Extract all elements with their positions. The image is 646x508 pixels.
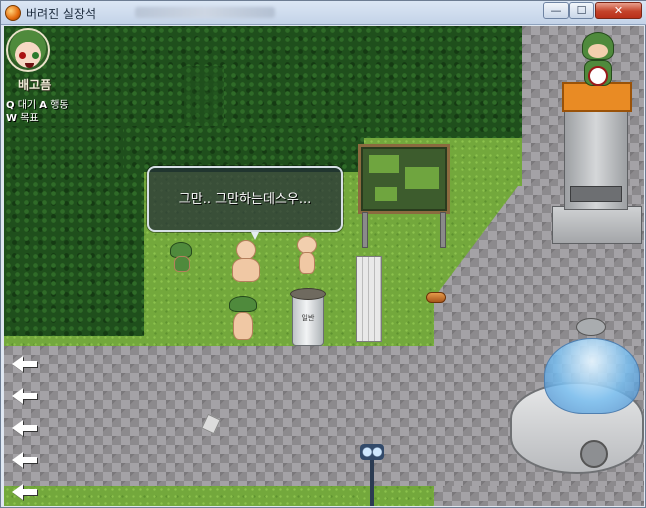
forest-left	[4, 126, 144, 336]
map-area	[375, 187, 397, 201]
trash-can-lid	[290, 288, 326, 300]
arrow-left-icon[interactable]	[12, 354, 38, 374]
portrait-eye-right	[32, 52, 39, 59]
statue-face	[588, 44, 608, 58]
portrait-eye-left	[19, 52, 26, 59]
title-subtitle-blurred	[135, 7, 275, 18]
game-window: 버려진 실장석 — ☐ ✕ 배고픔 Q 대기 A 행동 W 목표 그만.. 그만…	[0, 0, 646, 508]
player-portrait	[6, 28, 50, 72]
npc-naked-creature-center[interactable]	[230, 240, 262, 284]
game-canvas[interactable]: 배고픔 Q 대기 A 행동 W 목표 그만.. 그만하는데스우... 일반	[4, 26, 644, 506]
trash-can-label: 일반	[301, 314, 315, 322]
forest-patch	[184, 66, 224, 126]
hunger-status: 배고픔	[18, 78, 52, 92]
map-area	[369, 155, 399, 173]
control-key-a: A	[39, 100, 48, 111]
npc-green-creature-left[interactable]	[168, 240, 194, 274]
npc-body	[174, 256, 190, 272]
dialog-text: 그만.. 그만하는데스우...	[178, 192, 312, 207]
npc-naked-creature-right[interactable]	[294, 236, 320, 276]
control-label-action: 행동	[50, 100, 69, 111]
app-icon	[5, 5, 21, 21]
sign-post-right	[440, 212, 446, 248]
park-map-signboard[interactable]	[358, 144, 450, 214]
street-lamp-pole	[370, 456, 374, 506]
control-key-w: W	[6, 113, 18, 124]
speech-bubble: 그만.. 그만하는데스우...	[147, 166, 343, 232]
npc-body	[232, 258, 260, 282]
portrait-mouth	[25, 63, 34, 68]
player-character[interactable]	[228, 296, 258, 342]
npc-head	[236, 240, 256, 260]
window-title: 버려진 실장석	[26, 7, 97, 21]
bread-item[interactable]	[426, 292, 446, 303]
grass-bottom	[4, 486, 358, 506]
arrow-left-icon[interactable]	[12, 482, 38, 502]
map-area	[405, 167, 439, 189]
statue-pedestal-base	[552, 206, 642, 244]
close-button[interactable]: ✕	[595, 2, 642, 19]
speech-bubble-tail	[251, 232, 259, 240]
title-bar[interactable]: 버려진 실장석 — ☐ ✕	[1, 1, 646, 25]
park-bench[interactable]	[356, 256, 382, 342]
player-body	[233, 312, 253, 340]
fountain-top-statue	[576, 318, 606, 336]
npc-body	[299, 252, 315, 274]
arrow-left-icon[interactable]	[12, 386, 38, 406]
fountain-emblem	[580, 440, 608, 468]
minimize-button[interactable]: —	[543, 2, 569, 19]
forest-top	[4, 26, 524, 138]
control-label-goal: 목표	[20, 113, 39, 124]
control-hint-row-2: W 목표	[6, 109, 39, 124]
arrow-left-icon[interactable]	[12, 418, 38, 438]
street-lamp	[360, 444, 384, 460]
maximize-button[interactable]: ☐	[569, 2, 594, 19]
player-hat	[229, 296, 257, 312]
statue-plaque	[570, 186, 622, 202]
arrow-left-icon[interactable]	[12, 450, 38, 470]
fountain-water[interactable]	[544, 338, 640, 414]
clock-icon	[588, 66, 608, 86]
sign-post-left	[362, 212, 368, 248]
